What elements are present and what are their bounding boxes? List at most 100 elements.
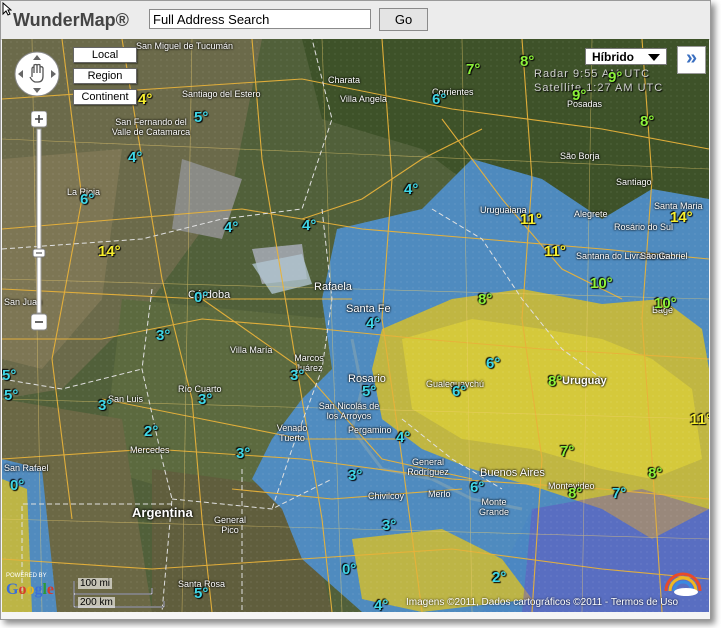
country-label: Argentina (132, 505, 193, 520)
map-type-value: Híbrido (592, 50, 634, 64)
temperature-marker[interactable]: 5° (362, 383, 376, 400)
google-logo[interactable]: Google (6, 581, 54, 599)
temperature-marker[interactable]: 3° (382, 517, 396, 534)
temperature-marker[interactable]: 4° (374, 597, 388, 612)
temperature-marker[interactable]: 9° (608, 69, 622, 86)
city-label: Buenos Aires (480, 467, 545, 479)
temperature-marker[interactable]: 4° (366, 315, 380, 332)
temperature-marker[interactable]: 0° (194, 289, 208, 306)
temperature-marker[interactable]: 7° (612, 485, 626, 502)
city-label: Alegrete (574, 209, 608, 219)
top-toolbar: WunderMap® Go (1, 1, 710, 40)
temperature-marker[interactable]: 4° (396, 429, 410, 446)
expand-panel-button[interactable]: » (677, 46, 706, 74)
temperature-marker[interactable]: 8° (640, 113, 654, 130)
temperature-marker[interactable]: 4° (404, 181, 418, 198)
temperature-marker[interactable]: 8° (520, 53, 534, 70)
zoom-slider[interactable] (31, 111, 47, 331)
temperature-marker[interactable]: 5° (2, 367, 16, 384)
city-label: San Rafael (4, 463, 49, 473)
region-button[interactable]: Region (73, 68, 137, 84)
pan-control-icon[interactable] (14, 51, 60, 97)
brand-title: WunderMap® (13, 10, 129, 30)
city-label: Santiago (616, 177, 652, 187)
mouse-cursor-icon (2, 2, 12, 16)
wundermap-window: WunderMap® Go (0, 0, 711, 620)
temperature-marker[interactable]: 11° (544, 243, 566, 260)
temperature-marker[interactable]: 3° (156, 327, 170, 344)
city-label: San Fernando del Valle de Catamarca (111, 117, 191, 137)
temperature-marker[interactable]: 3° (198, 391, 212, 408)
temperature-marker[interactable]: 5° (194, 585, 208, 602)
temperature-marker[interactable]: 4° (302, 217, 316, 234)
temperature-marker[interactable]: 2° (492, 569, 506, 586)
temperature-marker[interactable]: 0° (342, 561, 356, 578)
temperature-marker[interactable]: 7° (466, 61, 480, 78)
temperature-marker[interactable]: 11° (520, 211, 542, 228)
city-label: Mercedes (130, 445, 170, 455)
temperature-marker[interactable]: 4° (128, 149, 142, 166)
city-label: Rosário do Sul (614, 222, 674, 232)
city-label: Villa Angela (340, 94, 387, 104)
local-button[interactable]: Local (73, 47, 137, 63)
temperature-marker[interactable]: 6° (452, 383, 466, 400)
map-canvas[interactable]: Radar 9:55 AM UTC Satellite 1:27 AM UTC … (2, 39, 709, 612)
city-label: São Borja (560, 151, 600, 161)
temperature-marker[interactable]: 6° (80, 191, 94, 208)
temperature-marker[interactable]: 8° (648, 465, 662, 482)
city-label: Chivilcoy (368, 491, 405, 501)
temperature-marker[interactable]: 3° (98, 397, 112, 414)
temperature-marker[interactable]: 5° (194, 109, 208, 126)
temperature-marker[interactable]: 7° (560, 443, 574, 460)
go-button[interactable]: Go (379, 8, 428, 31)
temperature-marker[interactable]: 8° (548, 373, 562, 390)
city-label: Villa María (230, 345, 273, 355)
radar-timestamp: Radar 9:55 AM UTC Satellite 1:27 AM UTC (534, 67, 663, 95)
temperature-marker[interactable]: 3° (236, 445, 250, 462)
city-label: Merlo (428, 489, 451, 499)
city-label: Santiago del Estero (182, 89, 261, 99)
city-label: Monte Grande (478, 497, 510, 517)
city-label: Pergamino (348, 425, 392, 435)
temperature-marker[interactable]: 4° (224, 219, 238, 236)
temperature-marker[interactable]: 14° (98, 243, 121, 260)
wunderground-logo-icon (664, 572, 702, 596)
city-label: San Miguel de Tucumán (136, 41, 234, 51)
temperature-marker[interactable]: 6° (486, 355, 500, 372)
temperature-marker[interactable]: 2° (144, 423, 158, 440)
map-attribution[interactable]: Imagens ©2011, Dados cartográficos ©2011… (406, 597, 678, 608)
temperature-marker[interactable]: 10° (590, 275, 613, 292)
city-label: San Nicolás de los Arroyos (318, 401, 380, 421)
temperature-marker[interactable]: 3° (290, 367, 304, 384)
scale-miles: 100 mi (78, 578, 113, 589)
temperature-marker[interactable]: 8° (568, 485, 582, 502)
chevron-down-icon (648, 54, 660, 61)
city-label: Venado Tuerto (276, 423, 308, 443)
temperature-marker[interactable]: 6° (432, 91, 446, 108)
temperature-marker[interactable]: 9° (572, 87, 586, 104)
city-label: Uruguay (562, 375, 607, 387)
temperature-marker[interactable]: 6° (470, 479, 484, 496)
city-label: Santa Fe (346, 303, 391, 315)
temperature-marker[interactable]: 5° (4, 387, 18, 404)
city-label: Rafaela (314, 281, 352, 293)
city-label: San Luis (108, 394, 144, 404)
city-label: General Pico (213, 515, 247, 535)
scale-km: 200 km (78, 597, 115, 608)
city-label: Charata (328, 75, 361, 85)
radar-time: Radar 9:55 AM UTC (534, 68, 651, 80)
continent-button[interactable]: Continent (73, 89, 137, 105)
map-type-select[interactable]: Híbrido (585, 48, 667, 65)
temperature-marker[interactable]: 3° (348, 467, 362, 484)
address-search-input[interactable] (149, 9, 371, 29)
temperature-marker[interactable]: 4° (138, 91, 152, 108)
temperature-marker[interactable]: 10° (654, 295, 677, 312)
temperature-marker[interactable]: 14° (670, 209, 693, 226)
temperature-marker[interactable]: 11° (690, 411, 709, 428)
temperature-marker[interactable]: 0° (10, 477, 24, 494)
city-label: São Gabriel (640, 251, 688, 261)
temperature-marker[interactable]: 8° (478, 291, 492, 308)
satellite-time: Satellite 1:27 AM UTC (534, 82, 664, 94)
powered-by-label: POWERED BY (6, 573, 47, 579)
city-label: General Rodríguez (407, 457, 449, 477)
